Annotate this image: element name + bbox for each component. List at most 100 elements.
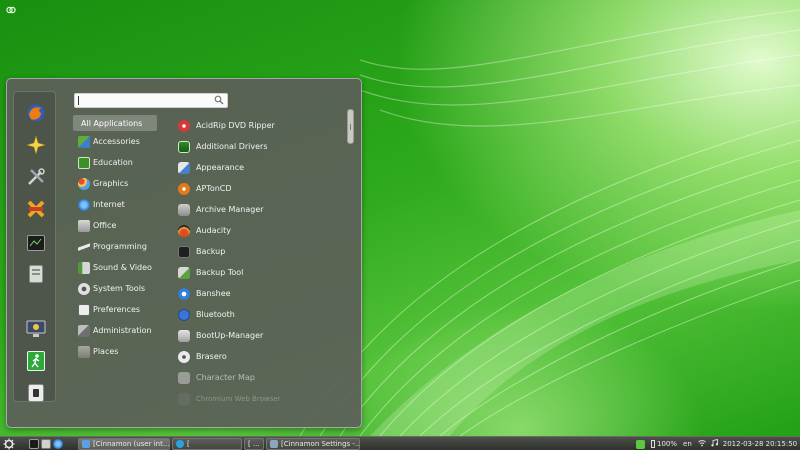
app-item[interactable]: Backup Tool — [178, 262, 348, 283]
category-list: All Applications Accessories Education G… — [73, 115, 157, 362]
scrollbar-thumb[interactable] — [347, 109, 354, 144]
category-label: Programming — [93, 242, 147, 251]
programming-icon — [78, 240, 90, 253]
preferences-icon — [78, 303, 90, 316]
clock[interactable]: 2012-03-28 20:15:50 — [723, 440, 797, 448]
app-item[interactable]: Backup — [178, 241, 348, 262]
search-icon — [214, 95, 224, 105]
update-icon[interactable] — [636, 439, 645, 449]
administration-icon — [78, 324, 90, 337]
drivers-icon — [178, 140, 190, 153]
application-menu: All Applications Accessories Education G… — [6, 78, 362, 428]
app-item[interactable]: BootUp-Manager — [178, 325, 348, 346]
app-label: Brasero — [196, 352, 227, 361]
education-icon — [78, 156, 90, 169]
aptoncd-icon — [178, 182, 190, 195]
category-administration[interactable]: Administration — [73, 320, 157, 341]
browser-launcher-icon[interactable] — [53, 439, 63, 449]
window-title: [ — [187, 440, 190, 448]
app-label: APTonCD — [196, 184, 232, 193]
category-label: Places — [93, 347, 119, 356]
app-item[interactable]: Bluetooth — [178, 304, 348, 325]
category-graphics[interactable]: Graphics — [73, 173, 157, 194]
app-item[interactable]: Additional Drivers — [178, 136, 348, 157]
category-label: Education — [93, 158, 133, 167]
search-input[interactable] — [75, 94, 215, 107]
app-label: Banshee — [196, 289, 231, 298]
app-label: Bluetooth — [196, 310, 235, 319]
category-all-applications[interactable]: All Applications — [73, 115, 157, 131]
category-education[interactable]: Education — [73, 152, 157, 173]
category-preferences[interactable]: Preferences — [73, 299, 157, 320]
battery-percent: 100% — [657, 440, 678, 448]
category-label: Accessories — [93, 137, 140, 146]
application-list: AcidRip DVD Ripper Additional Drivers Ap… — [178, 115, 348, 405]
app-item[interactable]: Audacity — [178, 220, 348, 241]
window-button-cinnamon-settings[interactable]: [Cinnamon Settings -... — [266, 438, 360, 450]
skype-icon — [176, 440, 184, 448]
shutdown-icon[interactable] — [25, 382, 47, 404]
app-item[interactable]: Banshee — [178, 283, 348, 304]
search-field[interactable] — [74, 93, 228, 108]
app-label: Backup — [196, 247, 226, 256]
app-item[interactable]: AcidRip DVD Ripper — [178, 115, 348, 136]
app-list-scrollbar[interactable] — [347, 109, 354, 403]
app-item[interactable]: APTonCD — [178, 178, 348, 199]
logout-icon[interactable] — [25, 350, 47, 372]
category-label: All Applications — [81, 118, 143, 128]
file-manager-icon[interactable] — [25, 263, 47, 285]
bootup-icon — [178, 329, 190, 342]
system-tools-icon[interactable] — [25, 166, 47, 188]
category-label: Graphics — [93, 179, 129, 188]
category-internet[interactable]: Internet — [73, 194, 157, 215]
category-label: System Tools — [93, 284, 146, 293]
keyboard-layout[interactable]: en — [683, 440, 692, 448]
category-places[interactable]: Places — [73, 341, 157, 362]
acidrip-icon — [178, 119, 190, 132]
category-system-tools[interactable]: System Tools — [73, 278, 157, 299]
terminal-launcher-icon[interactable] — [29, 439, 39, 449]
brasero-icon — [178, 350, 190, 363]
menu-gear-icon[interactable] — [3, 438, 15, 450]
backup-icon — [178, 245, 190, 258]
app-item[interactable]: Brasero — [178, 346, 348, 367]
window-button-cinnamon[interactable]: [Cinnamon (user int... — [78, 438, 170, 450]
battery-icon[interactable] — [651, 440, 655, 448]
window-title: [ ... — [248, 440, 260, 448]
category-accessories[interactable]: Accessories — [73, 131, 157, 152]
window-button-skype[interactable]: [ — [172, 438, 242, 450]
appearance-icon — [178, 161, 190, 174]
category-sound-video[interactable]: Sound & Video — [73, 257, 157, 278]
banshee-icon — [178, 287, 190, 300]
category-programming[interactable]: Programming — [73, 236, 157, 257]
firefox-icon[interactable] — [25, 102, 47, 124]
file-manager-launcher-icon[interactable] — [41, 439, 51, 449]
internet-icon — [78, 198, 90, 211]
app-item[interactable]: Chromium Web Browser — [178, 388, 348, 405]
category-office[interactable]: Office — [73, 215, 157, 236]
hot-corner-icon[interactable] — [6, 5, 16, 15]
category-label: Internet — [93, 200, 125, 209]
sound-video-icon — [78, 261, 90, 274]
shield-icon — [82, 440, 90, 448]
app-item[interactable]: Archive Manager — [178, 199, 348, 220]
category-label: Sound & Video — [93, 263, 152, 272]
system-tray: 100% en 2012-03-28 20:15:50 — [636, 438, 797, 449]
cancel-x-icon[interactable] — [25, 198, 47, 220]
app-item[interactable]: Character Map — [178, 367, 348, 388]
app-label: Chromium Web Browser — [196, 394, 281, 403]
archive-icon — [178, 203, 190, 216]
text-caret — [78, 96, 79, 105]
app-label: Additional Drivers — [196, 142, 268, 151]
terminal-icon[interactable] — [25, 232, 47, 254]
favorites-bar — [13, 91, 56, 402]
compiz-star-icon[interactable] — [25, 134, 47, 156]
charmap-icon — [178, 371, 190, 384]
network-icon[interactable] — [697, 439, 706, 449]
sound-icon[interactable] — [711, 438, 719, 449]
window-title: [Cinnamon (user int... — [93, 440, 170, 448]
app-item[interactable]: Appearance — [178, 157, 348, 178]
lock-screen-icon[interactable] — [25, 318, 47, 340]
settings-icon — [270, 440, 278, 448]
window-button-unknown[interactable]: [ ... — [244, 438, 264, 450]
